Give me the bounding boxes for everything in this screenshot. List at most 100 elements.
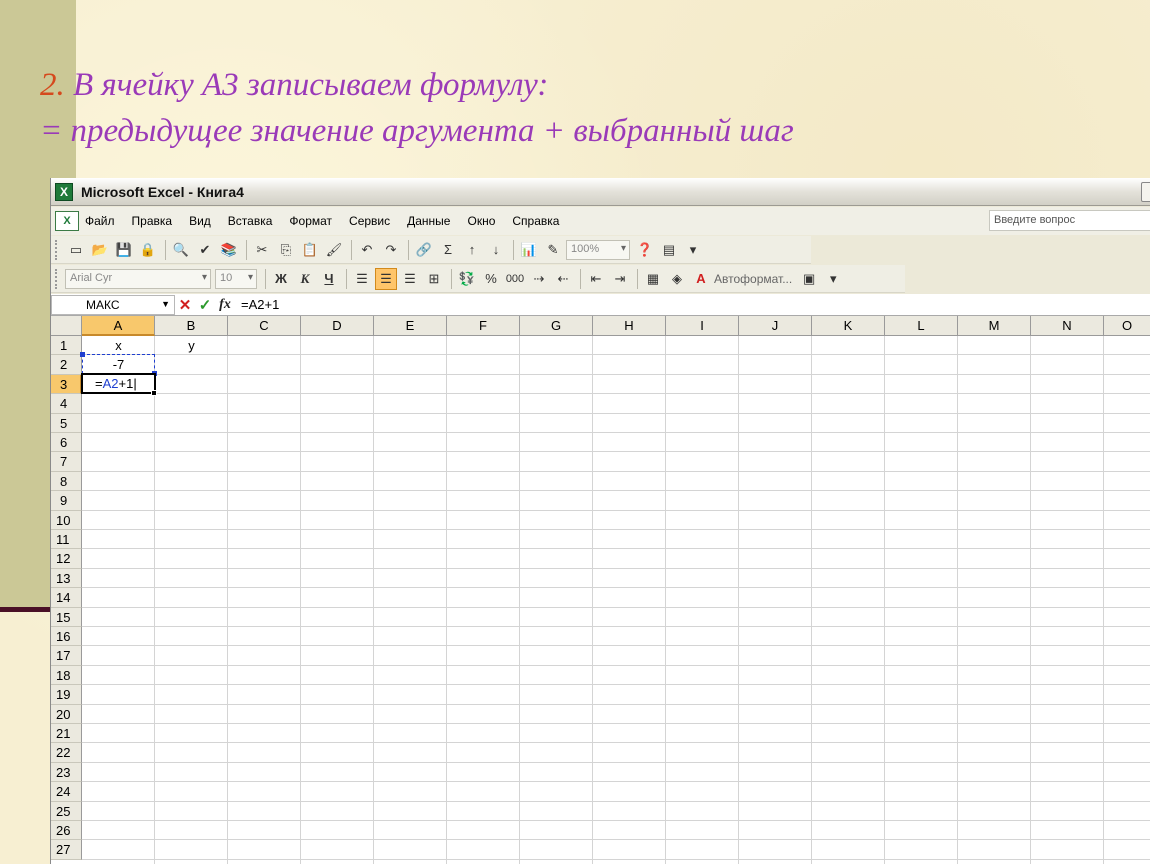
italic-button[interactable]: К <box>294 268 316 290</box>
column-header-i[interactable]: I <box>666 316 739 336</box>
menu-view[interactable]: Вид <box>189 214 211 228</box>
decrease-decimal-icon[interactable]: ⇠ <box>552 268 574 290</box>
redo-icon[interactable]: ↷ <box>380 239 402 261</box>
menu-window[interactable]: Окно <box>467 214 495 228</box>
row-header-6[interactable]: 6 <box>51 433 82 453</box>
row-header-24[interactable]: 24 <box>51 782 82 802</box>
row-header-17[interactable]: 17 <box>51 646 82 666</box>
borders-icon[interactable]: ▦ <box>642 268 664 290</box>
autoformat-button[interactable]: Автоформат... <box>714 272 792 286</box>
row-header-22[interactable]: 22 <box>51 743 82 763</box>
read-mode-icon[interactable]: ▤ <box>658 239 680 261</box>
sort-ascending-icon[interactable]: ↑ <box>461 239 483 261</box>
undo-icon[interactable]: ↶ <box>356 239 378 261</box>
column-header-d[interactable]: D <box>301 316 374 336</box>
row-header-4[interactable]: 4 <box>51 394 82 414</box>
paste-icon[interactable]: 📋 <box>299 239 321 261</box>
align-left-icon[interactable]: ☰ <box>351 268 373 290</box>
row-header-16[interactable]: 16 <box>51 627 82 647</box>
new-file-icon[interactable]: ▭ <box>65 239 87 261</box>
toolbar-grip-handle[interactable] <box>55 268 61 289</box>
column-header-m[interactable]: M <box>958 316 1031 336</box>
underline-button[interactable]: Ч <box>318 268 340 290</box>
menu-insert[interactable]: Вставка <box>228 214 273 228</box>
column-header-b[interactable]: B <box>155 316 228 336</box>
toolbar-grip-handle[interactable] <box>55 239 61 260</box>
toolbar-options-icon[interactable]: ▾ <box>822 268 844 290</box>
menu-file[interactable]: Файл <box>85 214 115 228</box>
menu-edit[interactable]: Правка <box>132 214 173 228</box>
row-header-15[interactable]: 15 <box>51 607 82 627</box>
row-header-26[interactable]: 26 <box>51 821 82 841</box>
column-header-f[interactable]: F <box>447 316 520 336</box>
row-header-18[interactable]: 18 <box>51 665 82 686</box>
align-right-icon[interactable]: ☰ <box>399 268 421 290</box>
worksheet-grid[interactable]: A B C D E F G H I J K L M N O 1 2 3 4 5 6 7 8 9 10 11 12 13 14 15 16 17… <box>51 316 1150 864</box>
help-search-input[interactable]: Введите вопрос <box>989 210 1150 231</box>
merge-center-icon[interactable]: ⊞ <box>423 268 445 290</box>
menu-format[interactable]: Формат <box>289 214 332 228</box>
menu-data[interactable]: Данные <box>407 214 450 228</box>
column-header-c[interactable]: C <box>228 316 301 336</box>
name-box[interactable]: МАКС <box>51 294 175 315</box>
minimize-button[interactable] <box>1141 182 1150 202</box>
increase-indent-icon[interactable]: ⇥ <box>609 268 631 290</box>
column-header-g[interactable]: G <box>520 316 593 336</box>
cut-icon[interactable]: ✂ <box>251 239 273 261</box>
insert-function-icon[interactable]: fx <box>215 297 235 313</box>
row-header-13[interactable]: 13 <box>51 568 82 589</box>
fill-handle[interactable] <box>151 390 157 396</box>
column-header-h[interactable]: H <box>593 316 666 336</box>
increase-decimal-icon[interactable]: ⇢ <box>528 268 550 290</box>
column-header-e[interactable]: E <box>374 316 447 336</box>
hyperlink-icon[interactable]: 🔗 <box>413 239 435 261</box>
column-header-a[interactable]: A <box>82 316 155 336</box>
cell-b1[interactable]: y <box>155 336 228 355</box>
print-preview-icon[interactable]: 🔍 <box>170 239 192 261</box>
open-folder-icon[interactable]: 📂 <box>89 239 111 261</box>
row-header-20[interactable]: 20 <box>51 704 82 724</box>
cell-a3-editing[interactable]: =A2+1| <box>81 373 156 394</box>
column-header-l[interactable]: L <box>885 316 958 336</box>
row-header-3[interactable]: 3 <box>51 374 82 395</box>
font-name-select[interactable]: Arial Cyr <box>65 268 211 289</box>
autosum-icon[interactable]: Σ <box>437 239 459 261</box>
row-header-25[interactable]: 25 <box>51 801 82 821</box>
row-header-1[interactable]: 1 <box>51 336 82 356</box>
help-icon[interactable]: ❓ <box>634 239 656 261</box>
copy-icon[interactable]: ⎘ <box>275 239 297 261</box>
column-header-j[interactable]: J <box>739 316 812 336</box>
font-color-icon[interactable]: A <box>690 268 712 290</box>
format-painter-icon[interactable]: 🖌 <box>323 239 345 261</box>
drawing-icon[interactable]: ✎ <box>542 239 564 261</box>
percent-button[interactable]: % <box>480 268 502 290</box>
column-header-n[interactable]: N <box>1031 316 1104 336</box>
thousands-button[interactable]: 000 <box>504 268 526 290</box>
row-header-12[interactable]: 12 <box>51 549 82 569</box>
bold-button[interactable]: Ж <box>270 268 292 290</box>
row-header-2[interactable]: 2 <box>51 355 82 375</box>
toolbar-options-icon[interactable]: ▾ <box>682 239 704 261</box>
permission-icon[interactable]: 🔒 <box>137 239 159 261</box>
workbook-icon[interactable]: X <box>55 211 79 231</box>
excel-app-icon[interactable]: X <box>55 182 73 201</box>
column-header-k[interactable]: K <box>812 316 885 336</box>
row-header-9[interactable]: 9 <box>51 491 82 511</box>
menu-tools[interactable]: Сервис <box>349 214 390 228</box>
formula-input[interactable]: =A2+1 <box>241 297 279 312</box>
row-header-19[interactable]: 19 <box>51 685 82 705</box>
row-header-27[interactable]: 27 <box>51 840 82 860</box>
zoom-select[interactable]: 100% <box>566 239 630 260</box>
window-title-bar[interactable]: X Microsoft Excel - Книга4 <box>51 178 1150 206</box>
fill-color-icon[interactable]: ◈ <box>666 268 688 290</box>
cancel-icon[interactable]: ✕ <box>175 296 195 314</box>
sort-descending-icon[interactable]: ↓ <box>485 239 507 261</box>
save-icon[interactable]: 💾 <box>113 239 135 261</box>
research-icon[interactable]: 📚 <box>218 239 240 261</box>
row-header-10[interactable]: 10 <box>51 510 82 530</box>
row-header-11[interactable]: 11 <box>51 530 82 550</box>
select-all-corner[interactable] <box>51 316 82 336</box>
row-header-21[interactable]: 21 <box>51 724 82 744</box>
row-header-8[interactable]: 8 <box>51 471 82 492</box>
chart-wizard-icon[interactable]: 📊 <box>518 239 540 261</box>
